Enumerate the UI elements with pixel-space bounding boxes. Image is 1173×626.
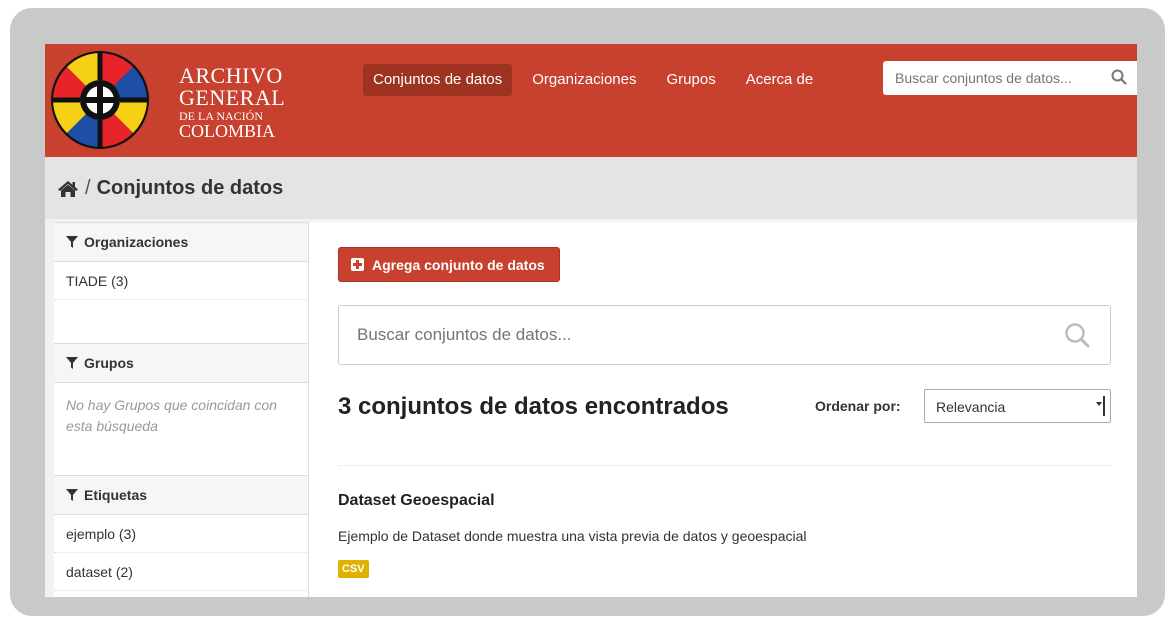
format-badge-csv[interactable]: CSV <box>338 560 369 578</box>
logo-emblem-icon <box>51 51 149 149</box>
organizations-heading-label: Organizaciones <box>84 234 189 250</box>
order-by-label: Ordenar por: <box>815 398 901 414</box>
tags-heading-label: Etiquetas <box>84 487 148 503</box>
logo-line-general: GENERAL <box>179 85 286 110</box>
nav-item-about[interactable]: Acerca de <box>736 64 824 96</box>
toolbar: / Conjuntos de datos <box>45 157 1137 219</box>
tags-heading: Etiquetas <box>54 475 308 515</box>
results-divider <box>338 465 1111 466</box>
breadcrumb-current[interactable]: Conjuntos de datos <box>97 177 284 200</box>
header-search-input[interactable] <box>883 61 1103 95</box>
facet-item-tag[interactable]: ejemplo (3) <box>54 515 308 553</box>
order-by-value: Relevancia <box>936 399 1006 415</box>
order-by-select[interactable]: Relevancia <box>924 389 1111 423</box>
logo-line-archivo: ARCHIVO <box>179 63 283 88</box>
breadcrumb: / Conjuntos de datos <box>57 177 283 200</box>
header-search <box>883 61 1137 95</box>
dataset-search <box>338 305 1111 365</box>
breadcrumb-separator: / <box>85 177 91 199</box>
nav-item-datasets[interactable]: Conjuntos de datos <box>363 64 513 96</box>
facet-item-tag[interactable]: dataset (2) <box>54 553 308 591</box>
logo-line-colombia: COLOMBIA <box>179 121 276 141</box>
main-nav: Conjuntos de datos Organizaciones Grupos… <box>363 64 823 96</box>
results-count-heading: 3 conjuntos de datos encontrados <box>338 393 729 420</box>
nav-item-groups[interactable]: Grupos <box>657 64 726 96</box>
add-dataset-button[interactable]: Agrega conjunto de datos <box>338 247 560 282</box>
browser-viewport: ARCHIVO GENERAL DE LA NACIÓN COLOMBIA Co… <box>45 44 1137 597</box>
masthead: ARCHIVO GENERAL DE LA NACIÓN COLOMBIA Co… <box>45 44 1137 157</box>
logo-wordmark: ARCHIVO GENERAL DE LA NACIÓN COLOMBIA <box>179 63 286 141</box>
dataset-title-link[interactable]: Dataset Geoespacial <box>338 492 495 510</box>
dataset-description: Ejemplo de Dataset donde muestra una vis… <box>338 528 807 544</box>
filter-icon <box>66 489 78 501</box>
chevron-down-icon <box>1096 396 1105 416</box>
add-dataset-label: Agrega conjunto de datos <box>372 256 545 273</box>
organizations-heading: Organizaciones <box>54 222 308 262</box>
groups-heading-label: Grupos <box>84 355 134 371</box>
search-icon[interactable] <box>1064 322 1090 348</box>
main-content: Agrega conjunto de datos 3 conjuntos de … <box>309 222 1137 597</box>
filter-icon <box>66 236 78 248</box>
sidebar: Organizaciones TIADE (3) Grupos No hay G… <box>54 222 309 597</box>
plus-square-icon <box>351 258 364 271</box>
search-icon[interactable] <box>1111 69 1127 85</box>
groups-heading: Grupos <box>54 343 308 383</box>
facet-item-organization[interactable]: TIADE (3) <box>54 262 308 300</box>
filter-icon <box>66 357 78 369</box>
site-logo[interactable]: ARCHIVO GENERAL DE LA NACIÓN COLOMBIA <box>45 44 345 157</box>
dataset-search-input[interactable] <box>339 306 1039 364</box>
home-icon[interactable] <box>57 180 79 198</box>
nav-item-organizations[interactable]: Organizaciones <box>522 64 646 96</box>
groups-empty-message: No hay Grupos que coincidan con esta bús… <box>66 397 277 434</box>
